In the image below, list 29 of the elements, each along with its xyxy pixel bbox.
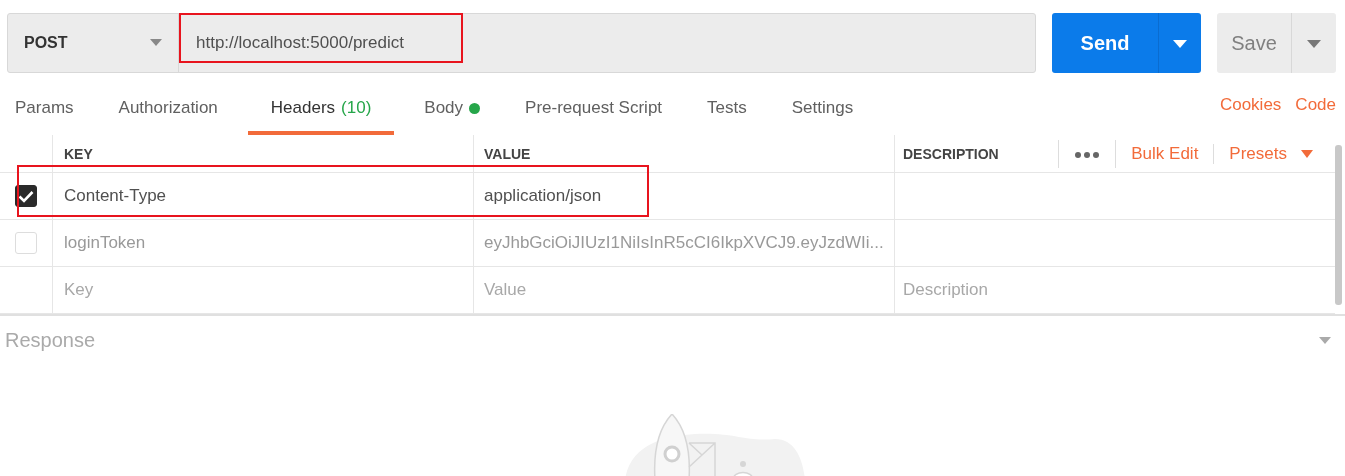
table-cell: loginToken [64, 233, 146, 253]
tab[interactable]: Settings [776, 93, 869, 135]
tab[interactable]: Tests [692, 93, 762, 135]
scrollbar[interactable] [1335, 145, 1342, 305]
checkbox[interactable] [15, 185, 37, 207]
tab[interactable]: Authorization [103, 93, 233, 135]
table-cell: Content-Type [64, 186, 167, 206]
send-button[interactable]: Send [1052, 13, 1159, 73]
more-icon[interactable] [1058, 139, 1117, 168]
column-header: KEY [64, 145, 93, 162]
table-cell: eyJhbGciOiJIUzI1NiIsInR5cCI6IkpXVCJ9.eyJzdWIi... [484, 233, 884, 253]
caret-icon [1301, 149, 1313, 158]
caret-icon [1307, 39, 1321, 48]
tab[interactable]: Headers (10) [247, 93, 395, 135]
tab[interactable]: Params [0, 93, 89, 135]
tab[interactable]: Body [409, 93, 496, 135]
column-header: VALUE [484, 145, 531, 162]
tab[interactable]: Pre-request Script [510, 93, 678, 135]
save-button[interactable]: Save [1217, 13, 1292, 73]
save-options-button[interactable] [1292, 13, 1336, 73]
caret-icon[interactable] [1319, 336, 1331, 344]
response-title: Response [5, 328, 96, 352]
column-header: DESCRIPTION [903, 145, 999, 162]
table-cell: application/json [484, 186, 602, 206]
send-options-button[interactable] [1159, 13, 1201, 73]
caret-icon [1173, 39, 1187, 48]
value-field[interactable]: Value [484, 280, 853, 300]
key-field[interactable]: Key [64, 280, 433, 300]
description-field[interactable]: Description [903, 280, 1292, 300]
